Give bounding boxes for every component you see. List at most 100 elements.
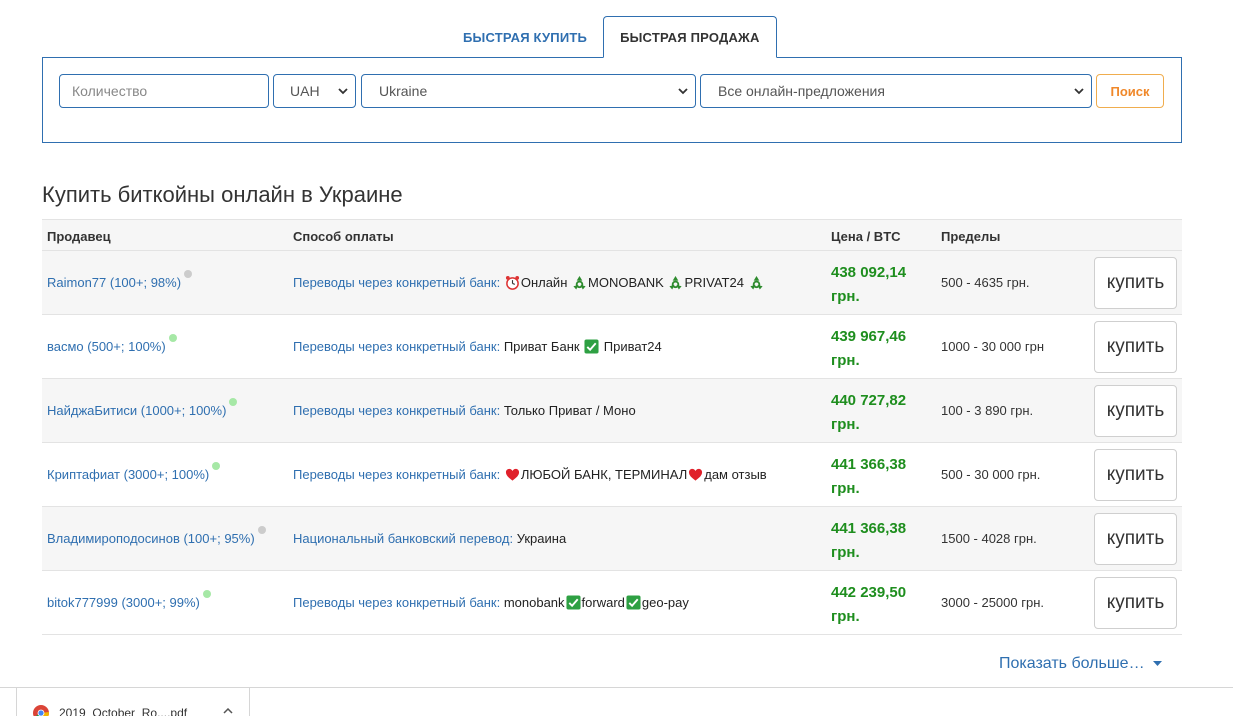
payment-details: ЛЮБОЙ БАНК, ТЕРМИНАЛ дам отзыв: [504, 467, 767, 482]
payment-type-link[interactable]: Переводы через конкретный банк:: [293, 275, 500, 290]
offers-table: Продавец Способ оплаты Цена / BTC Предел…: [42, 219, 1182, 635]
payment-type-link[interactable]: Переводы через конкретный банк:: [293, 339, 500, 354]
payment-text: Только Приват / Моно: [503, 403, 636, 418]
recycle-icon: [669, 275, 683, 290]
payment-details: Приват Банк Приват24: [504, 339, 662, 354]
tab-quick-buy[interactable]: БЫСТРАЯ КУПИТЬ: [447, 16, 603, 58]
payment-text: geo-pay: [641, 595, 689, 610]
seller-name: НайджаБитиси (1000+; 100%): [47, 403, 227, 418]
header-limits: Пределы: [941, 229, 1001, 244]
online-status-dot: [202, 590, 211, 598]
payment-text: Онлайн: [520, 275, 571, 290]
seller-name: bitok777999 (3000+; 99%): [47, 595, 200, 610]
seller-link[interactable]: bitok777999 (3000+; 99%): [47, 590, 211, 610]
buy-button[interactable]: купить: [1094, 449, 1177, 501]
seller-link[interactable]: Криптафиат (3000+; 100%): [47, 462, 221, 482]
payment-method: Переводы через конкретный банк: Только П…: [293, 403, 636, 418]
country-select[interactable]: Ukraine: [361, 74, 696, 108]
payment-text: monobank: [503, 595, 565, 610]
seller-link[interactable]: НайджаБитиси (1000+; 100%): [47, 398, 238, 418]
table-row: Владимироподосинов (100+; 95%) Национальн…: [42, 507, 1182, 571]
table-header: Продавец Способ оплаты Цена / BTC Предел…: [42, 219, 1182, 251]
payment-method: Переводы через конкретный банк: monobank…: [293, 595, 689, 610]
chevron-down-icon: [338, 88, 348, 95]
alarm-clock-icon: [505, 275, 519, 290]
payment-method: Переводы через конкретный банк: Онлайн M…: [293, 275, 765, 290]
chevron-up-icon[interactable]: [223, 708, 233, 714]
payment-text: PRIVAT24: [684, 275, 748, 290]
price-amount: 441 366,38: [831, 520, 907, 537]
buy-button[interactable]: купить: [1094, 385, 1177, 437]
buy-button[interactable]: купить: [1094, 257, 1177, 309]
quantity-input[interactable]: [72, 83, 268, 99]
payment-type-link[interactable]: Переводы через конкретный банк:: [293, 467, 500, 482]
online-status-dot: [184, 270, 193, 278]
currency-select[interactable]: UAH: [273, 74, 356, 108]
check-mark-icon: [566, 595, 581, 610]
payment-type-link[interactable]: Национальный банковский перевод:: [293, 531, 513, 546]
price: 439 967,46 грн.: [831, 325, 931, 373]
online-status-dot: [212, 462, 221, 470]
download-item[interactable]: 2019_October_Ro....pdf: [16, 688, 250, 716]
payment-details: Украина: [517, 531, 567, 546]
limits: 100 - 3 890 грн.: [941, 403, 1034, 418]
price-amount: 438 092,14: [831, 264, 907, 281]
payment-text: дам отзыв: [704, 467, 767, 482]
price-currency: грн.: [831, 608, 860, 625]
price-currency: грн.: [831, 416, 860, 433]
price: 440 727,82 грн.: [831, 389, 931, 437]
online-status-dot: [257, 526, 266, 534]
price-currency: грн.: [831, 288, 860, 305]
chevron-down-icon: [1074, 88, 1084, 95]
seller-name: васмо (500+; 100%): [47, 339, 166, 354]
check-mark-icon: [626, 595, 641, 610]
payment-text: forward: [581, 595, 625, 610]
seller-link[interactable]: васмо (500+; 100%): [47, 334, 177, 354]
recycle-icon: [573, 275, 586, 290]
payment-details: Онлайн MONOBANK PRIVAT24: [504, 275, 765, 290]
buy-button[interactable]: купить: [1094, 321, 1177, 373]
table-row: НайджаБитиси (1000+; 100%) Переводы через…: [42, 379, 1182, 443]
seller-link[interactable]: Владимироподосинов (100+; 95%): [47, 526, 266, 546]
show-more-link[interactable]: Показать больше…: [999, 655, 1162, 673]
table-row: bitok777999 (3000+; 99%) Переводы через к…: [42, 571, 1182, 635]
price-amount: 442 239,50: [831, 584, 907, 601]
check-mark-icon: [584, 339, 599, 354]
offers-value: Все онлайн-предложения: [718, 83, 885, 99]
table-row: Raimon77 (100+; 98%) Переводы через конкр…: [42, 251, 1182, 315]
payment-text: MONOBANK: [588, 275, 668, 290]
payment-text: Приват24: [600, 339, 662, 354]
header-seller: Продавец: [47, 229, 111, 244]
limits: 1500 - 4028 грн.: [941, 531, 1037, 546]
payment-text: ЛЮБОЙ БАНК, ТЕРМИНАЛ: [520, 467, 688, 482]
price-currency: грн.: [831, 544, 860, 561]
online-status-dot: [168, 334, 177, 342]
currency-value: UAH: [290, 83, 320, 99]
recycle-icon: [749, 275, 763, 290]
tab-quick-sell[interactable]: БЫСТРАЯ ПРОДАЖА: [603, 16, 777, 58]
download-file-name: 2019_October_Ro....pdf: [59, 705, 188, 716]
header-payment: Способ оплаты: [293, 229, 394, 244]
limits: 500 - 4635 грн.: [941, 275, 1030, 290]
header-price: Цена / BTC: [831, 229, 901, 244]
download-bar: 2019_October_Ro....pdf: [0, 687, 1233, 716]
buy-button[interactable]: купить: [1094, 577, 1177, 629]
payment-method: Национальный банковский перевод: Украина: [293, 531, 566, 546]
buy-button[interactable]: купить: [1094, 513, 1177, 565]
payment-type-link[interactable]: Переводы через конкретный банк:: [293, 595, 500, 610]
heart-icon: [505, 468, 519, 481]
price: 442 239,50 грн.: [831, 581, 931, 629]
seller-name: Владимироподосинов (100+; 95%): [47, 531, 255, 546]
seller-name: Raimon77 (100+; 98%): [47, 275, 182, 290]
country-value: Ukraine: [379, 83, 428, 99]
payment-type-link[interactable]: Переводы через конкретный банк:: [293, 403, 500, 418]
offers-select[interactable]: Все онлайн-предложения: [700, 74, 1092, 108]
payment-details: monobank forward geo-pay: [504, 595, 689, 610]
table-row: Криптафиат (3000+; 100%) Переводы через к…: [42, 443, 1182, 507]
search-button[interactable]: Поиск: [1096, 74, 1164, 108]
payment-method: Переводы через конкретный банк: ЛЮБОЙ БА…: [293, 467, 767, 482]
seller-link[interactable]: Raimon77 (100+; 98%): [47, 270, 193, 290]
limits: 500 - 30 000 грн.: [941, 467, 1041, 482]
quantity-field[interactable]: [59, 74, 269, 108]
price-amount: 441 366,38: [831, 456, 907, 473]
